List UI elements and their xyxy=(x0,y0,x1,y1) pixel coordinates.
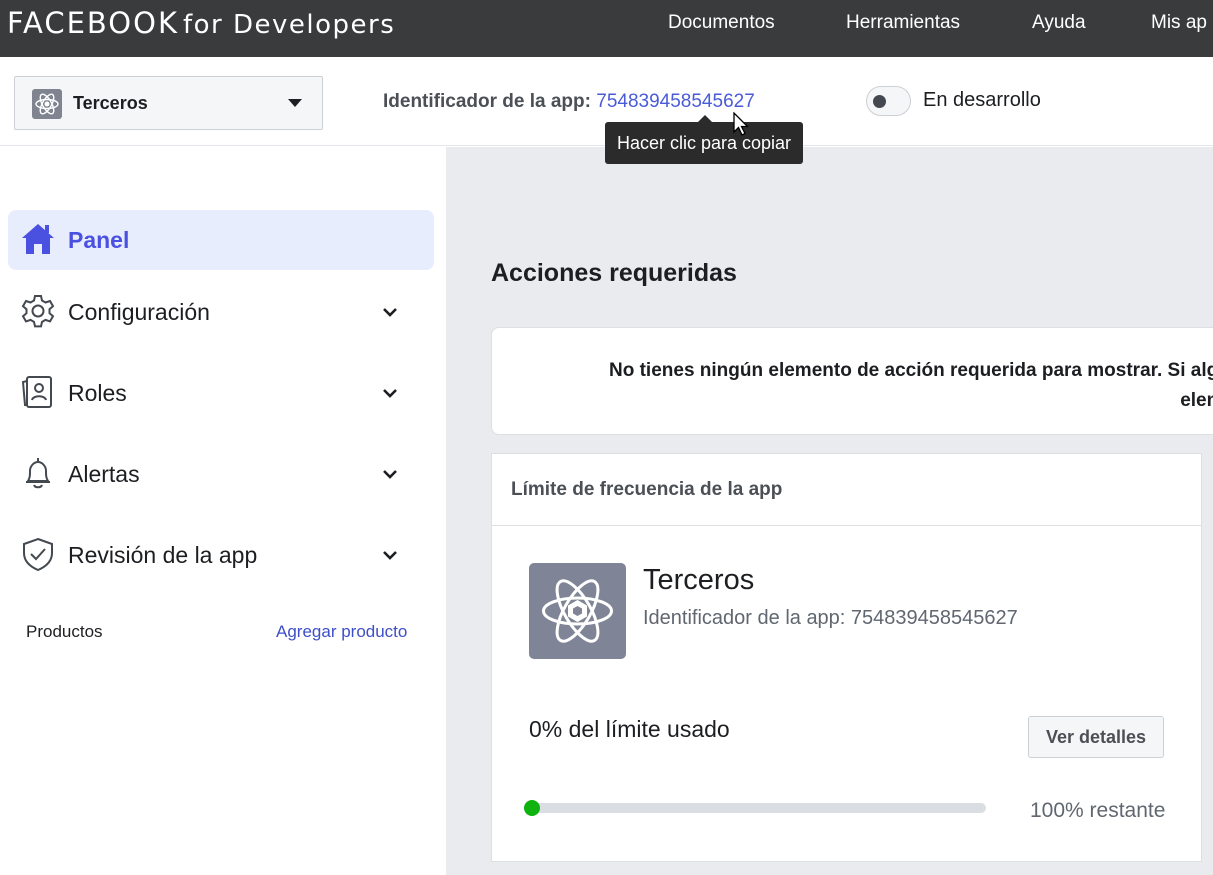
usage-progress-bar xyxy=(524,800,986,816)
brand-for-developers: for Developers xyxy=(182,10,396,40)
sidebar-item-label: Revisión de la app xyxy=(68,542,258,568)
mouse-cursor-icon xyxy=(733,112,750,136)
top-bar: FACEBOOK for Developers Documentos Herram… xyxy=(0,0,1213,57)
nav-link-mis-apps[interactable]: Mis ap xyxy=(1151,12,1207,34)
sidebar-item-alertas[interactable]: Alertas xyxy=(8,444,434,504)
app-selector-name: Terceros xyxy=(73,93,148,113)
app-icon xyxy=(32,89,62,119)
section-title: Acciones requeridas xyxy=(491,259,737,287)
shield-check-icon xyxy=(23,537,53,572)
bell-icon xyxy=(26,458,50,489)
sidebar-item-revision[interactable]: Revisión de la app xyxy=(8,525,434,585)
rate-limit-header: Límite de frecuencia de la app xyxy=(492,454,1201,526)
id-card-icon xyxy=(21,376,52,408)
app-id-value[interactable]: 754839458545627 xyxy=(596,91,755,112)
app-icon-large xyxy=(529,563,626,659)
caret-down-icon xyxy=(288,99,302,107)
chevron-down-icon[interactable] xyxy=(382,304,398,320)
sidebar-item-roles[interactable]: Roles xyxy=(8,363,434,423)
rate-limit-title: Límite de frecuencia de la app xyxy=(511,479,783,500)
usage-progress-indicator xyxy=(524,800,540,816)
sidebar-item-label: Configuración xyxy=(68,299,210,325)
gear-icon xyxy=(21,295,55,328)
sidebar-item-label: Roles xyxy=(68,380,127,406)
products-label: Productos xyxy=(26,622,103,641)
nav-link-herramientas[interactable]: Herramientas xyxy=(846,12,960,34)
main-content: Acciones requeridas No tienes ningún ele… xyxy=(446,147,1213,875)
nav-link-ayuda[interactable]: Ayuda xyxy=(1032,12,1086,34)
empty-message: No tienes ningún elemento de acción requ… xyxy=(552,356,1213,416)
copy-tooltip: Hacer clic para copiar xyxy=(605,115,803,164)
app-id-label: Identificador de la app: xyxy=(383,91,591,112)
chevron-down-icon[interactable] xyxy=(382,547,398,563)
mode-toggle[interactable] xyxy=(866,86,911,116)
mode-label: En desarrollo xyxy=(923,89,1041,111)
sidebar-item-label: Panel xyxy=(68,227,130,253)
add-product-link[interactable]: Agregar producto xyxy=(276,622,407,642)
toggle-knob xyxy=(873,95,886,108)
sidebar-item-label: Alertas xyxy=(68,461,140,487)
sidebar-item-configuracion[interactable]: Configuración xyxy=(8,282,434,342)
sidebar-item-panel[interactable]: Panel xyxy=(8,210,434,270)
required-actions-card: No tienes ningún elemento de acción requ… xyxy=(491,327,1213,435)
rate-app-id: Identificador de la app: 754839458545627 xyxy=(643,607,1018,629)
sidebar: Panel Configuración Roles Alertas Revisi… xyxy=(0,147,446,875)
remaining-label: 100% restante xyxy=(1030,799,1166,822)
app-id: Identificador de la app: 754839458545627 xyxy=(383,91,755,113)
usage-label: 0% del límite usado xyxy=(529,716,730,742)
rate-app-name: Terceros xyxy=(643,564,755,596)
nav-link-documentos[interactable]: Documentos xyxy=(668,12,775,34)
home-icon xyxy=(22,224,54,254)
app-selector[interactable]: Terceros xyxy=(14,76,323,130)
brand-facebook: FACEBOOK xyxy=(7,6,179,40)
rate-limit-card: Límite de frecuencia de la app Terceros … xyxy=(491,453,1202,862)
chevron-down-icon[interactable] xyxy=(382,466,398,482)
chevron-down-icon[interactable] xyxy=(382,385,398,401)
empty-message-line2: element xyxy=(1180,390,1213,411)
brand-logo[interactable]: FACEBOOK for Developers xyxy=(7,6,395,40)
empty-message-line1: No tienes ningún elemento de acción requ… xyxy=(609,360,1213,381)
view-details-button[interactable]: Ver detalles xyxy=(1028,716,1164,758)
